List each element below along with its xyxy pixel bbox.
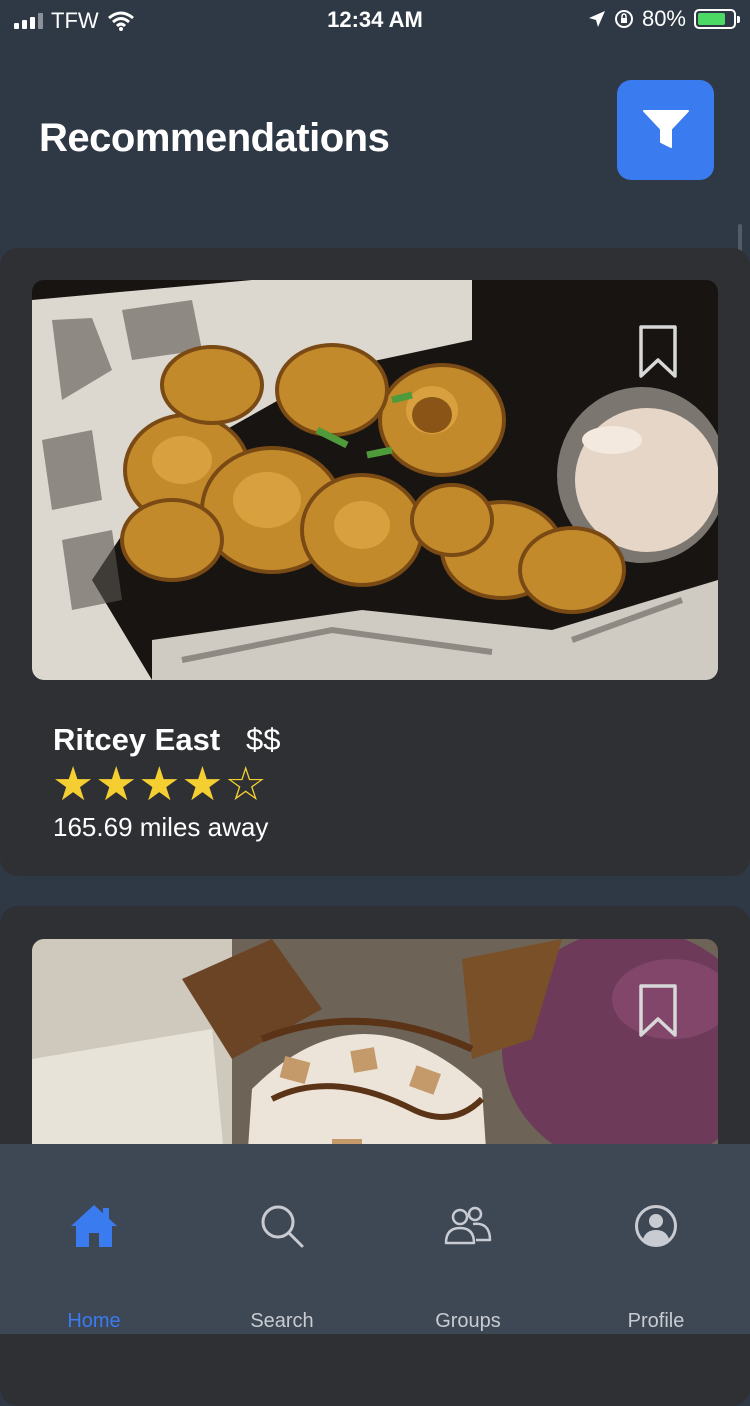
food-photo [32, 280, 718, 680]
tab-groups[interactable]: Groups [374, 1144, 562, 1334]
status-right: 80% [588, 6, 740, 32]
search-icon [261, 1205, 304, 1248]
star-rating: ★ ★ ★ ★ ☆ [52, 760, 267, 807]
location-arrow-icon [588, 11, 605, 27]
page-title: Recommendations [39, 116, 390, 160]
tab-label: Home [67, 1310, 121, 1332]
groups-icon [444, 1206, 492, 1245]
restaurant-card[interactable]: Ritcey East $$ ★ ★ ★ ★ ☆ 165.69 miles away [0, 248, 750, 876]
filter-icon [642, 110, 689, 148]
tab-home[interactable]: Home [0, 1144, 188, 1334]
home-icon [71, 1205, 117, 1247]
restaurant-name: Ritcey East [53, 722, 221, 757]
distance-label: 165.69 miles away [53, 812, 269, 842]
battery-percent: 80% [641, 6, 686, 31]
star-filled-icon: ★ [138, 757, 181, 810]
orientation-lock-icon [614, 10, 633, 28]
restaurant-photo [32, 280, 718, 680]
status-bar: TFW 12:34 AM 80% [0, 0, 750, 42]
filter-button[interactable] [617, 80, 714, 180]
battery-icon [694, 9, 740, 29]
star-filled-icon: ★ [52, 757, 95, 810]
star-empty-icon: ☆ [224, 757, 267, 810]
tab-label: Groups [435, 1310, 501, 1332]
profile-icon [635, 1205, 677, 1247]
star-filled-icon: ★ [181, 757, 224, 810]
tab-profile[interactable]: Profile [562, 1144, 750, 1334]
price-level: $$ [246, 722, 281, 757]
star-filled-icon: ★ [95, 757, 138, 810]
bookmark-icon[interactable] [638, 983, 678, 1039]
tab-label: Search [250, 1310, 314, 1332]
tab-bar: Home Search Groups Profile [0, 1144, 750, 1334]
tab-search[interactable]: Search [188, 1144, 376, 1334]
tab-label: Profile [627, 1310, 685, 1332]
bookmark-icon[interactable] [638, 324, 678, 380]
